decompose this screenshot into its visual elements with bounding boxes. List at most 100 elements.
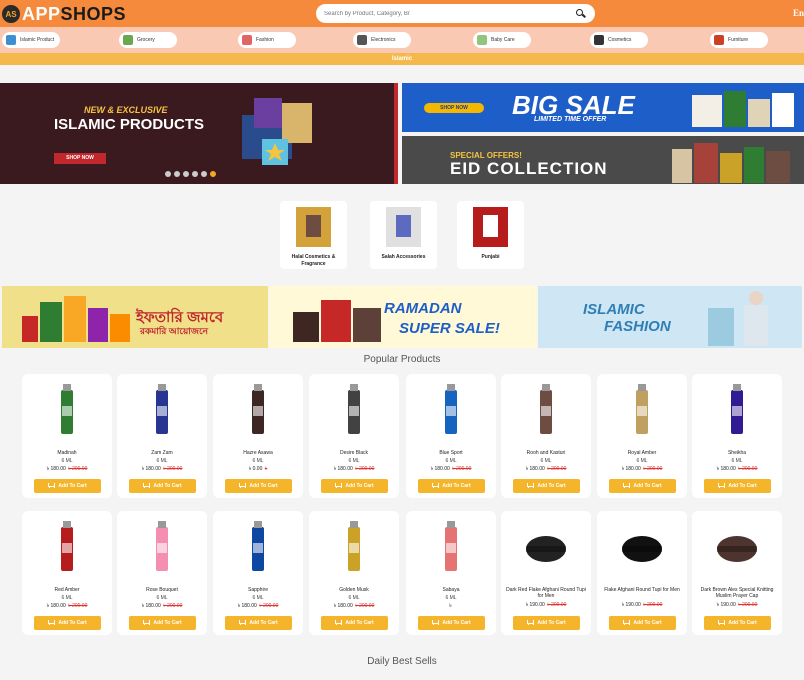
ramadan-subline: SUPER SALE!	[399, 320, 500, 337]
search-icon[interactable]	[575, 8, 587, 20]
shop-now-button[interactable]: SHOP NOW	[54, 153, 106, 164]
product-card[interactable]: Sheikha 6 ML ৳ 180.00 ৳ 200.00 Add To Cart	[692, 374, 782, 498]
cart-icon	[48, 483, 56, 489]
product-card[interactable]: Red Amber 6 ML ৳ 180.00 ৳ 200.00 Add To Car…	[22, 511, 112, 635]
subcategory-label: Halal Cosmetics & Fragrance	[291, 254, 336, 267]
subcategory-card[interactable]: Punjabi	[457, 201, 524, 269]
iftar-promo-banner[interactable]: ইফতারি জমবে রকমারি আয়োজনে	[2, 286, 268, 348]
product-name[interactable]: Golden Musk	[313, 587, 395, 593]
ramadan-sale-banner[interactable]: RAMADAN SUPER SALE!	[269, 286, 537, 348]
product-name[interactable]: Sapphire	[217, 587, 299, 593]
product-name[interactable]: Sheikha	[696, 450, 778, 456]
product-card[interactable]: Blue Sport 6 ML ৳ 180.00 ৳ 200.00 Add To Ca…	[406, 374, 496, 498]
category-cosmetics[interactable]: Cosmetics	[590, 32, 648, 48]
product-card[interactable]: Rooh and Kasturi 6 ML ৳ 180.00 ৳ 200.00 Add…	[501, 374, 591, 498]
category-furniture[interactable]: Furniture	[710, 32, 768, 48]
category-label: Cosmetics	[608, 37, 632, 43]
product-card[interactable]: Sabaya 6 ML ৳ Add To Cart	[406, 511, 496, 635]
old-price: ৳ 200.00	[738, 466, 758, 472]
product-name[interactable]: Red Amber	[26, 587, 108, 593]
product-card[interactable]: Golden Musk 6 ML ৳ 180.00 ৳ 200.00 Add To C…	[309, 511, 399, 635]
add-to-cart-button[interactable]: Add To Cart	[225, 479, 292, 493]
hero-banner-islamic[interactable]: NEW & EXCLUSIVE ISLAMIC PRODUCTS SHOP NO…	[0, 83, 398, 184]
product-card[interactable]: Royal Amber 6 ML ৳ 180.00 ৳ 200.00 Add To C…	[597, 374, 687, 498]
carousel-dot[interactable]	[192, 171, 198, 177]
add-to-cart-button[interactable]: Add To Cart	[418, 616, 485, 630]
carousel-dot[interactable]	[201, 171, 207, 177]
add-to-cart-button[interactable]: Add To Cart	[704, 479, 771, 493]
add-to-cart-button[interactable]: Add To Cart	[225, 616, 292, 630]
product-name[interactable]: Dark Red Flake Afghani Round Tupi for Me…	[505, 587, 587, 599]
product-price: ৳ 180.00 ৳ 200.00	[597, 466, 687, 474]
category-icon	[714, 35, 724, 45]
product-price: ৳ 180.00 ৳ 200.00	[309, 466, 399, 474]
category-fashion[interactable]: Fashion	[238, 32, 296, 48]
product-name[interactable]: Rose Bouquet	[121, 587, 203, 593]
old-price: ৳ 200.00	[68, 466, 88, 472]
big-sale-shop-button[interactable]: SHOP NOW	[424, 103, 484, 113]
product-name[interactable]: Zam Zam	[121, 450, 203, 456]
product-card[interactable]: Madinah 6 ML ৳ 180.00 ৳ 200.00 Add To Cart	[22, 374, 112, 498]
product-size: 6 ML	[348, 458, 360, 464]
language-toggle[interactable]: En	[793, 8, 804, 18]
category-baby-care[interactable]: Baby Care	[473, 32, 531, 48]
product-card[interactable]: Rose Bouquet 6 ML ৳ 180.00 ৳ 200.00 Add To …	[117, 511, 207, 635]
big-sale-banner[interactable]: SHOP NOW BIG SALE LIMITED TIME OFFER	[402, 83, 804, 132]
product-card[interactable]: Dark Red Flake Afghani Round Tupi for Me…	[501, 511, 591, 635]
add-to-cart-label: Add To Cart	[153, 620, 182, 626]
product-card[interactable]: Zam Zam 6 ML ৳ 180.00 ৳ 200.00 Add To Cart	[117, 374, 207, 498]
product-name[interactable]: Desire Black	[313, 450, 395, 456]
add-to-cart-button[interactable]: Add To Cart	[609, 479, 676, 493]
product-card[interactable]: Flake Afghani Round Tupi for Men ৳ 190.00…	[597, 511, 687, 635]
product-size: 6 ML	[61, 595, 73, 601]
add-to-cart-button[interactable]: Add To Cart	[129, 479, 196, 493]
product-image	[622, 536, 662, 562]
carousel-dot[interactable]	[183, 171, 189, 177]
add-to-cart-button[interactable]: Add To Cart	[609, 616, 676, 630]
add-to-cart-button[interactable]: Add To Cart	[418, 479, 485, 493]
add-to-cart-button[interactable]: Add To Cart	[513, 479, 580, 493]
product-card[interactable]: Hazre Asawa 6 ML ৳ 0.00 ৳ Add To Cart	[213, 374, 303, 498]
eid-collection-banner[interactable]: SPECIAL OFFERS! EID COLLECTION	[402, 136, 804, 184]
product-name[interactable]: Royal Amber	[601, 450, 683, 456]
add-to-cart-button[interactable]: Add To Cart	[513, 616, 580, 630]
product-name[interactable]: Madinah	[26, 450, 108, 456]
product-name[interactable]: Hazre Asawa	[217, 450, 299, 456]
category-electronics[interactable]: Electronics	[353, 32, 411, 48]
category-icon	[477, 35, 487, 45]
category-islamic-product[interactable]: Islamic Product	[2, 32, 60, 48]
product-card[interactable]: Dark Brown Ales Special Knitting Muslim …	[692, 511, 782, 635]
search-bar	[316, 4, 595, 23]
category-icon	[242, 35, 252, 45]
add-to-cart-button[interactable]: Add To Cart	[34, 479, 101, 493]
add-to-cart-button[interactable]: Add To Cart	[321, 616, 388, 630]
carousel-dot[interactable]	[174, 171, 180, 177]
add-to-cart-button[interactable]: Add To Cart	[321, 479, 388, 493]
search-input[interactable]	[324, 10, 575, 17]
add-to-cart-button[interactable]: Add To Cart	[704, 616, 771, 630]
subcategory-card[interactable]: Halal Cosmetics & Fragrance	[280, 201, 347, 269]
product-name[interactable]: Flake Afghani Round Tupi for Men	[601, 587, 683, 593]
carousel-dot[interactable]	[210, 171, 216, 177]
add-to-cart-button[interactable]: Add To Cart	[129, 616, 196, 630]
add-to-cart-button[interactable]: Add To Cart	[34, 616, 101, 630]
product-card[interactable]: Desire Black 6 ML ৳ 180.00 ৳ 200.00 Add To …	[309, 374, 399, 498]
product-name[interactable]: Dark Brown Ales Special Knitting Muslim …	[696, 587, 778, 599]
islamic-fashion-banner[interactable]: ISLAMIC FASHION	[538, 286, 802, 348]
add-to-cart-label: Add To Cart	[633, 483, 662, 489]
carousel-dot[interactable]	[165, 171, 171, 177]
cart-icon	[432, 620, 440, 626]
product-price: ৳ 190.00 ৳ 200.00	[692, 602, 782, 610]
product-name[interactable]: Rooh and Kasturi	[505, 450, 587, 456]
product-name[interactable]: Blue Sport	[410, 450, 492, 456]
product-name[interactable]: Sabaya	[410, 587, 492, 593]
site-logo[interactable]: AS APPSHOPS	[2, 3, 126, 25]
old-price: ৳ 200.00	[452, 466, 472, 472]
product-card[interactable]: Sapphire 6 ML ৳ 180.00 ৳ 200.00 Add To Cart	[213, 511, 303, 635]
product-price: ৳ 0.00 ৳	[213, 466, 303, 474]
category-grocery[interactable]: Grocery	[119, 32, 177, 48]
subcategory-card[interactable]: Salah Accessories	[370, 201, 437, 269]
cart-icon	[143, 620, 151, 626]
category-icon	[594, 35, 604, 45]
fashion-headline: ISLAMIC	[583, 301, 645, 318]
